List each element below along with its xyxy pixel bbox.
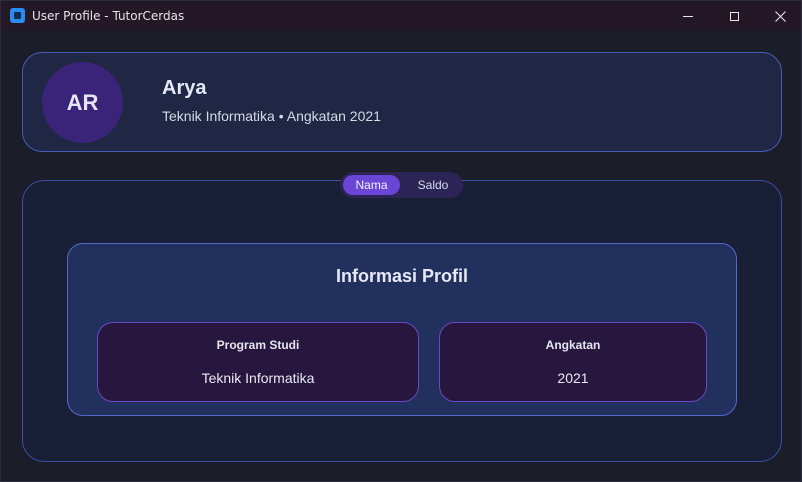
app-window: User Profile - TutorCerdas AR Arya Tekni… <box>0 0 802 482</box>
tab-bar: Nama Saldo <box>340 172 463 198</box>
avatar: AR <box>42 62 123 143</box>
app-icon <box>10 8 25 23</box>
info-title: Informasi Profil <box>335 266 469 286</box>
user-subtitle: Teknik Informatika • Angkatan 2021 <box>162 108 381 124</box>
field-program-studi: Program Studi Teknik Informatika <box>97 322 419 402</box>
close-button[interactable] <box>757 1 801 31</box>
avatar-initials: AR <box>66 89 99 115</box>
tab-saldo[interactable]: Saldo <box>406 175 460 195</box>
title-bar[interactable]: User Profile - TutorCerdas <box>1 1 801 31</box>
field-value: 2021 <box>557 370 589 386</box>
minimize-button[interactable] <box>665 1 711 31</box>
field-label: Program Studi <box>216 338 300 352</box>
close-icon <box>774 10 786 22</box>
profile-header-card: AR Arya Teknik Informatika • Angkatan 20… <box>22 52 782 152</box>
field-value: Teknik Informatika <box>201 370 315 386</box>
field-label: Angkatan <box>545 338 601 352</box>
field-angkatan: Angkatan 2021 <box>439 322 707 402</box>
window-title: User Profile - TutorCerdas <box>32 9 185 23</box>
user-name: Arya <box>162 77 207 99</box>
maximize-icon <box>729 11 739 21</box>
info-card: Informasi Profil Program Studi Teknik In… <box>67 243 737 416</box>
minimize-icon <box>683 15 693 17</box>
tab-nama[interactable]: Nama <box>343 175 400 195</box>
maximize-button[interactable] <box>711 1 757 31</box>
